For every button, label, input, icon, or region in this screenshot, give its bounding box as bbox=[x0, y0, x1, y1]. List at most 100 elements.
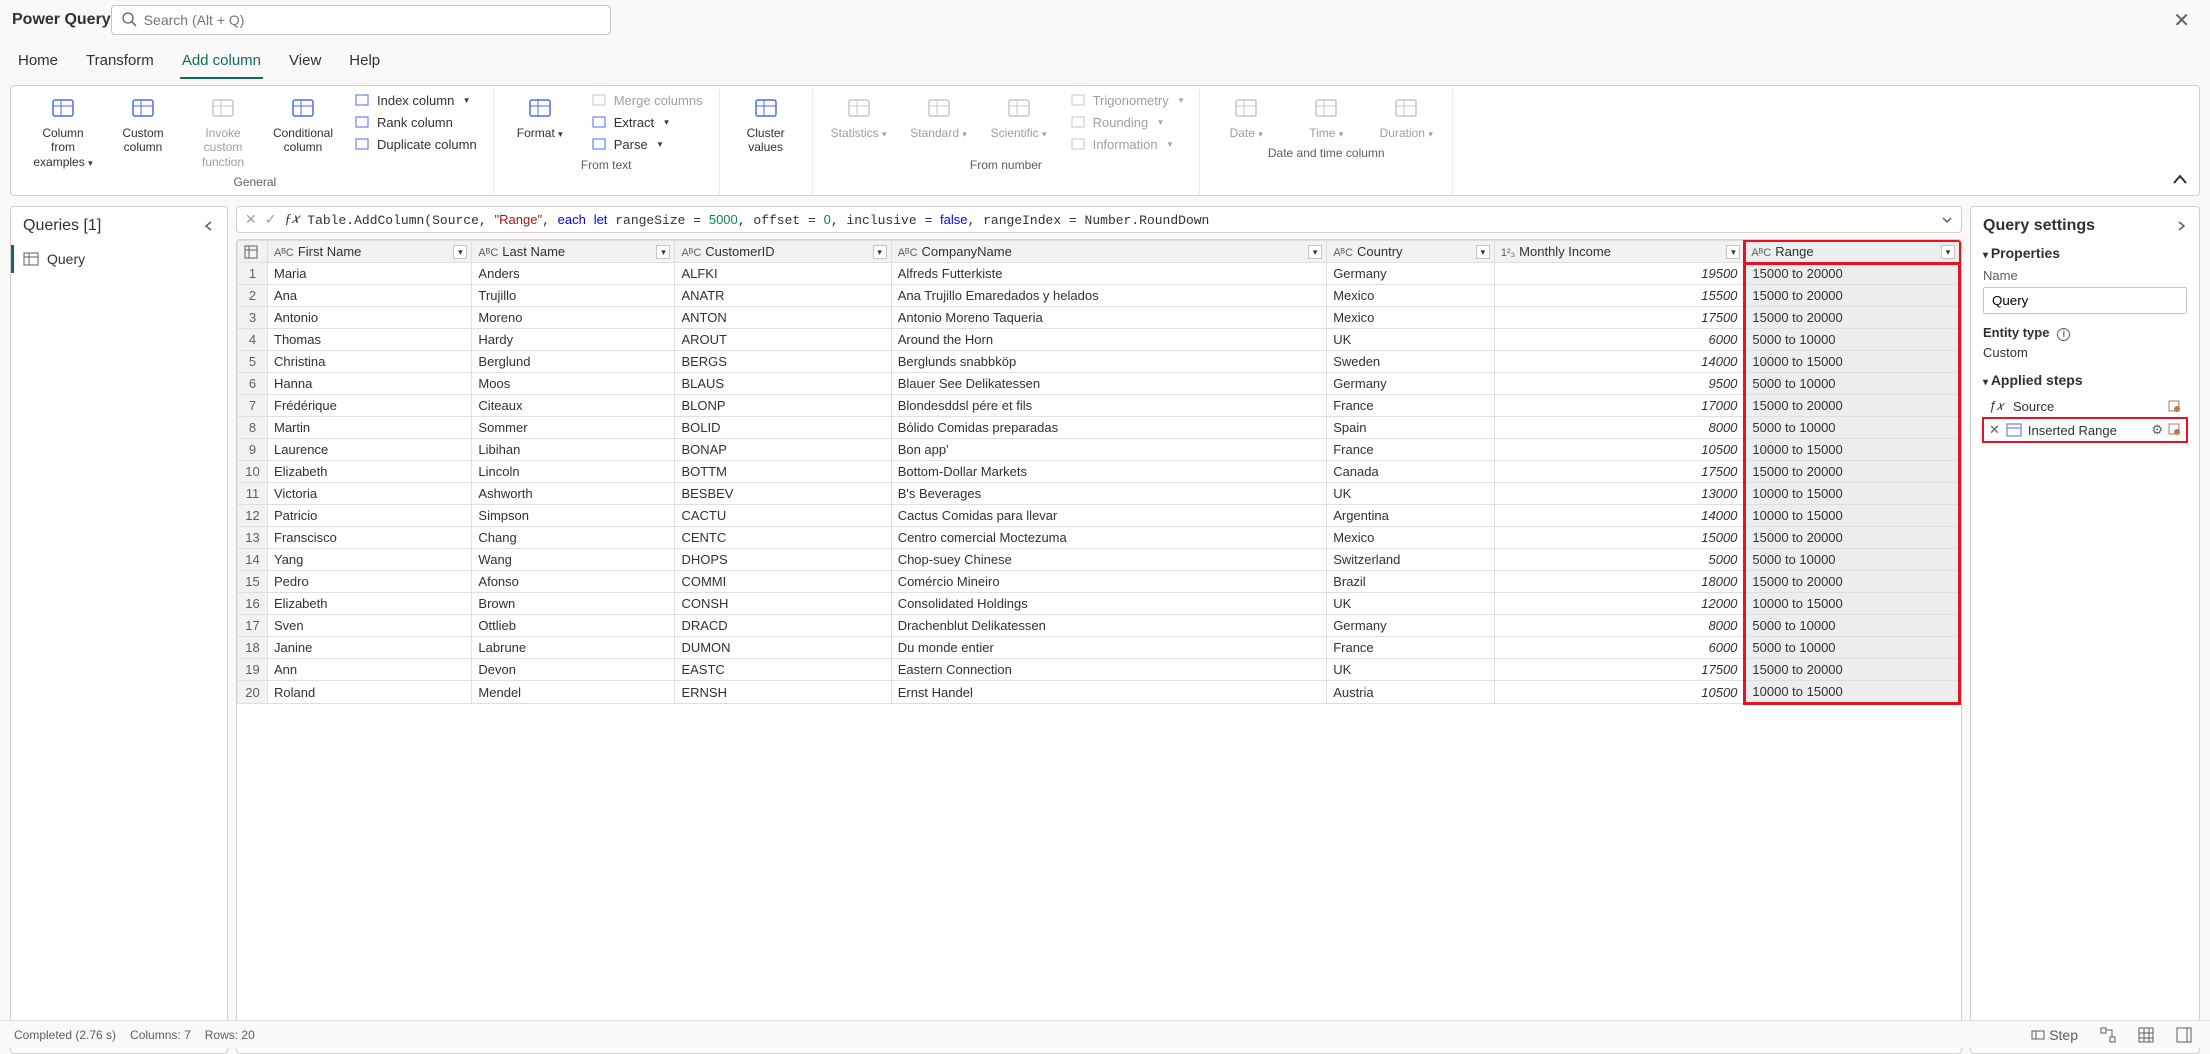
cell[interactable]: Chop-suey Chinese bbox=[891, 549, 1327, 571]
row-number[interactable]: 16 bbox=[238, 593, 268, 615]
cell[interactable]: Roland bbox=[268, 681, 472, 704]
cell[interactable]: Lincoln bbox=[472, 461, 675, 483]
cell[interactable]: Blondesddsl pére et fils bbox=[891, 395, 1327, 417]
row-number[interactable]: 11 bbox=[238, 483, 268, 505]
cell[interactable]: DHOPS bbox=[675, 549, 891, 571]
cell[interactable]: Sweden bbox=[1327, 351, 1495, 373]
column-filter-icon[interactable]: ▾ bbox=[873, 245, 887, 259]
cell[interactable]: ALFKI bbox=[675, 263, 891, 285]
cell[interactable]: Moreno bbox=[472, 307, 675, 329]
cell[interactable]: AROUT bbox=[675, 329, 891, 351]
row-number[interactable]: 17 bbox=[238, 615, 268, 637]
cell[interactable]: Austria bbox=[1327, 681, 1495, 704]
cell[interactable]: CONSH bbox=[675, 593, 891, 615]
cell[interactable]: Victoria bbox=[268, 483, 472, 505]
cell[interactable]: Franscisco bbox=[268, 527, 472, 549]
cell[interactable]: 15000 to 20000 bbox=[1745, 527, 1960, 549]
ribbon-conditional-column-button[interactable]: Conditional column bbox=[267, 90, 339, 157]
tab-home[interactable]: Home bbox=[16, 46, 60, 79]
formula-commit-icon[interactable]: ✓ bbox=[265, 211, 277, 228]
applied-steps-header[interactable]: Applied steps bbox=[1983, 372, 2187, 388]
tab-help[interactable]: Help bbox=[347, 46, 382, 79]
cell[interactable]: Berglunds snabbköp bbox=[891, 351, 1327, 373]
cell[interactable]: Bólido Comidas preparadas bbox=[891, 417, 1327, 439]
cell[interactable]: Mendel bbox=[472, 681, 675, 704]
status-grid-icon[interactable] bbox=[2134, 1025, 2158, 1045]
cell[interactable]: France bbox=[1327, 439, 1495, 461]
step-menu-icon[interactable] bbox=[2167, 422, 2181, 438]
properties-header[interactable]: Properties bbox=[1983, 245, 2187, 261]
cell[interactable]: 5000 to 10000 bbox=[1745, 637, 1960, 659]
cell[interactable]: Anders bbox=[472, 263, 675, 285]
cell[interactable]: Alfreds Futterkiste bbox=[891, 263, 1327, 285]
status-layout-icon[interactable] bbox=[2172, 1025, 2196, 1045]
cell[interactable]: 14000 bbox=[1494, 505, 1745, 527]
cell[interactable]: Hardy bbox=[472, 329, 675, 351]
cell[interactable]: Ana bbox=[268, 285, 472, 307]
cell[interactable]: 17500 bbox=[1494, 659, 1745, 681]
cell[interactable]: ANATR bbox=[675, 285, 891, 307]
cell[interactable]: B's Beverages bbox=[891, 483, 1327, 505]
ribbon-rank-column-button[interactable]: Rank column bbox=[347, 112, 483, 132]
cell[interactable]: Spain bbox=[1327, 417, 1495, 439]
cell[interactable]: France bbox=[1327, 637, 1495, 659]
ribbon-column-from-examples-button[interactable]: Column from examples ▾ bbox=[27, 90, 99, 171]
cell[interactable]: Antonio Moreno Taqueria bbox=[891, 307, 1327, 329]
cell[interactable]: BOLID bbox=[675, 417, 891, 439]
cell[interactable]: Around the Horn bbox=[891, 329, 1327, 351]
delete-step-icon[interactable]: ✕ bbox=[1989, 422, 2000, 438]
cell[interactable]: Laurence bbox=[268, 439, 472, 461]
row-number[interactable]: 8 bbox=[238, 417, 268, 439]
cell[interactable]: 10000 to 15000 bbox=[1745, 439, 1960, 461]
cell[interactable]: UK bbox=[1327, 593, 1495, 615]
cell[interactable]: ERNSH bbox=[675, 681, 891, 704]
cell[interactable]: 15500 bbox=[1494, 285, 1745, 307]
tab-view[interactable]: View bbox=[287, 46, 323, 79]
cell[interactable]: Germany bbox=[1327, 263, 1495, 285]
cell[interactable]: 15000 to 20000 bbox=[1745, 263, 1960, 285]
cell[interactable]: 10500 bbox=[1494, 681, 1745, 704]
cell[interactable]: BLONP bbox=[675, 395, 891, 417]
cell[interactable]: Elizabeth bbox=[268, 593, 472, 615]
row-number[interactable]: 20 bbox=[238, 681, 268, 704]
cell[interactable]: 13000 bbox=[1494, 483, 1745, 505]
cell[interactable]: Eastern Connection bbox=[891, 659, 1327, 681]
formula-cancel-icon[interactable]: ✕ bbox=[245, 211, 257, 228]
cell[interactable]: 17000 bbox=[1494, 395, 1745, 417]
column-filter-icon[interactable]: ▾ bbox=[1476, 245, 1490, 259]
ribbon-duplicate-column-button[interactable]: Duplicate column bbox=[347, 134, 483, 154]
query-name-input[interactable] bbox=[1983, 287, 2187, 314]
cell[interactable]: 18000 bbox=[1494, 571, 1745, 593]
cell[interactable]: BONAP bbox=[675, 439, 891, 461]
cell[interactable]: Sven bbox=[268, 615, 472, 637]
applied-step-inserted-range[interactable]: ✕Inserted Range⚙ bbox=[1983, 418, 2187, 442]
tab-transform[interactable]: Transform bbox=[84, 46, 156, 79]
data-grid[interactable]: AᴮCFirst Name▾AᴮCLast Name▾AᴮCCustomerID… bbox=[236, 239, 1962, 1054]
row-number[interactable]: 12 bbox=[238, 505, 268, 527]
row-number[interactable]: 10 bbox=[238, 461, 268, 483]
cell[interactable]: BLAUS bbox=[675, 373, 891, 395]
cell[interactable]: Christina bbox=[268, 351, 472, 373]
cell[interactable]: Blauer See Delikatessen bbox=[891, 373, 1327, 395]
cell[interactable]: Mexico bbox=[1327, 527, 1495, 549]
cell[interactable]: Citeaux bbox=[472, 395, 675, 417]
cell[interactable]: Afonso bbox=[472, 571, 675, 593]
cell[interactable]: Bon app' bbox=[891, 439, 1327, 461]
cell[interactable]: Ashworth bbox=[472, 483, 675, 505]
cell[interactable]: Ernst Handel bbox=[891, 681, 1327, 704]
cell[interactable]: Berglund bbox=[472, 351, 675, 373]
cell[interactable]: 5000 to 10000 bbox=[1745, 373, 1960, 395]
column-header-monthly-income[interactable]: 1²₃Monthly Income▾ bbox=[1494, 241, 1745, 263]
fx-icon[interactable]: ƒ𝑥 bbox=[284, 212, 299, 228]
cell[interactable]: Patricio bbox=[268, 505, 472, 527]
ribbon-index-column-button[interactable]: Index column▾ bbox=[347, 90, 483, 110]
cell[interactable]: Wang bbox=[472, 549, 675, 571]
cell[interactable]: CENTC bbox=[675, 527, 891, 549]
cell[interactable]: Bottom-Dollar Markets bbox=[891, 461, 1327, 483]
column-filter-icon[interactable]: ▾ bbox=[1308, 245, 1322, 259]
row-number[interactable]: 13 bbox=[238, 527, 268, 549]
cell[interactable]: Moos bbox=[472, 373, 675, 395]
cell[interactable]: 10500 bbox=[1494, 439, 1745, 461]
cell[interactable]: France bbox=[1327, 395, 1495, 417]
cell[interactable]: 17500 bbox=[1494, 461, 1745, 483]
